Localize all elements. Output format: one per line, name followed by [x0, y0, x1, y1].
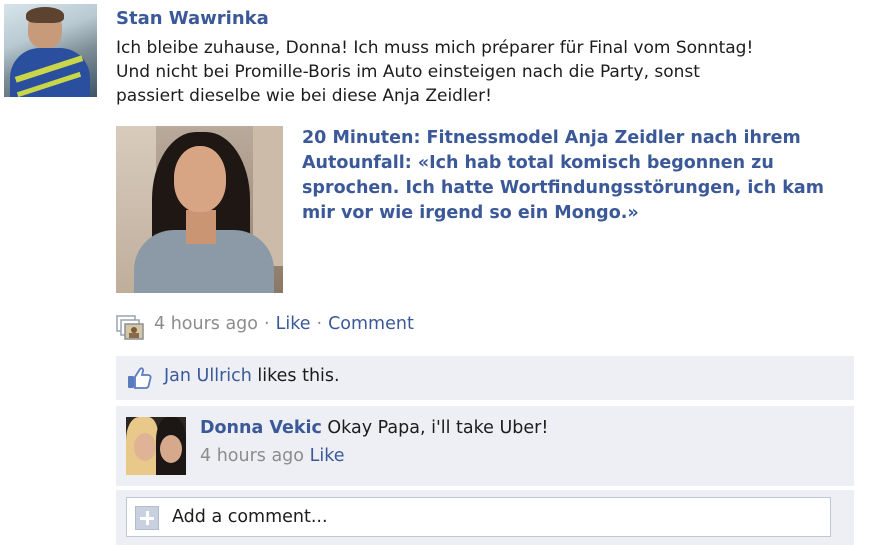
shared-link-title[interactable]: 20 Minuten: Fitnessmodel Anja Zeidler na… — [302, 126, 867, 226]
comment-meta: 4 hours ago Like — [200, 446, 344, 466]
post-message-line: passiert dieselbe wie bei diese Anja Zei… — [116, 86, 492, 106]
likes-suffix: likes this. — [251, 366, 340, 386]
comment-like-button[interactable]: Like — [310, 446, 345, 466]
meta-separator: · — [316, 314, 323, 334]
shared-link-thumbnail[interactable] — [116, 126, 283, 293]
post-timestamp[interactable]: 4 hours ago — [154, 314, 258, 334]
post-meta: 4 hours ago · Like · Comment — [154, 314, 414, 334]
comment-button[interactable]: Comment — [328, 314, 414, 334]
post-message-line: Ich bleibe zuhause, Donna! Ich muss mich… — [116, 38, 754, 58]
comment-text: Okay Papa, i'll take Uber! — [321, 418, 549, 438]
add-comment-placeholder[interactable]: Add a comment... — [172, 507, 328, 527]
author-avatar[interactable] — [4, 4, 97, 97]
meta-separator: · — [264, 314, 270, 334]
thumbs-up-icon — [126, 365, 152, 391]
likes-summary: Jan Ullrich likes this. — [164, 366, 340, 386]
like-button[interactable]: Like — [276, 314, 311, 334]
shared-link-title-line[interactable]: 20 Minuten: Fitnessmodel Anja Zeidler na… — [302, 126, 867, 151]
plus-icon — [135, 506, 159, 530]
shared-link-title-line[interactable]: mir vor wie irgend so ein Mongo.» — [302, 201, 867, 226]
shared-link-title-line[interactable]: Autounfall: «Ich hab total komisch begon… — [302, 151, 867, 176]
comment-body: Donna Vekic Okay Papa, i'll take Uber! — [200, 418, 548, 438]
photo-stack-icon — [116, 314, 144, 340]
comment-timestamp[interactable]: 4 hours ago — [200, 446, 304, 466]
comment-author-name[interactable]: Donna Vekic — [200, 418, 322, 438]
commenter-avatar[interactable] — [126, 417, 186, 475]
post-message: Ich bleibe zuhause, Donna! Ich muss mich… — [116, 36, 866, 108]
liker-name[interactable]: Jan Ullrich — [164, 366, 252, 386]
shared-link-title-line[interactable]: sprochen. Ich hatte Wortfindungsstörunge… — [302, 176, 867, 201]
post-author-name[interactable]: Stan Wawrinka — [116, 8, 269, 29]
post-message-line: Und nicht bei Promille-Boris im Auto ein… — [116, 62, 700, 82]
